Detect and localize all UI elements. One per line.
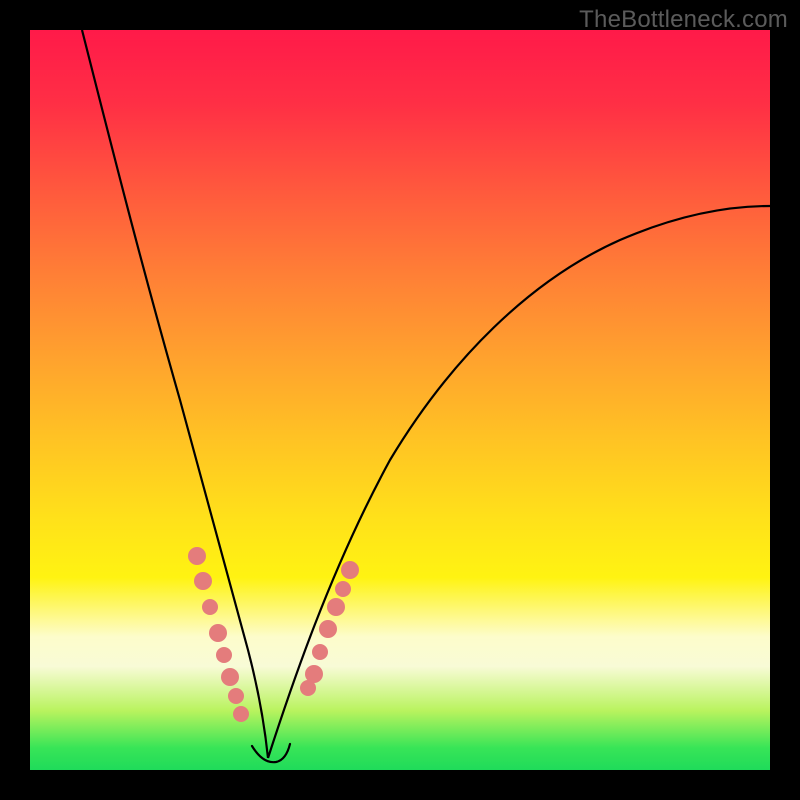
curve-left-branch <box>82 30 268 758</box>
right-branch-markers <box>300 561 359 696</box>
watermark-text: TheBottleneck.com <box>579 6 788 34</box>
curve-layer <box>30 30 770 770</box>
left-branch-markers <box>188 547 249 722</box>
plot-area <box>30 30 770 770</box>
curve-right-branch <box>268 206 770 758</box>
chart-stage: TheBottleneck.com <box>0 0 800 800</box>
